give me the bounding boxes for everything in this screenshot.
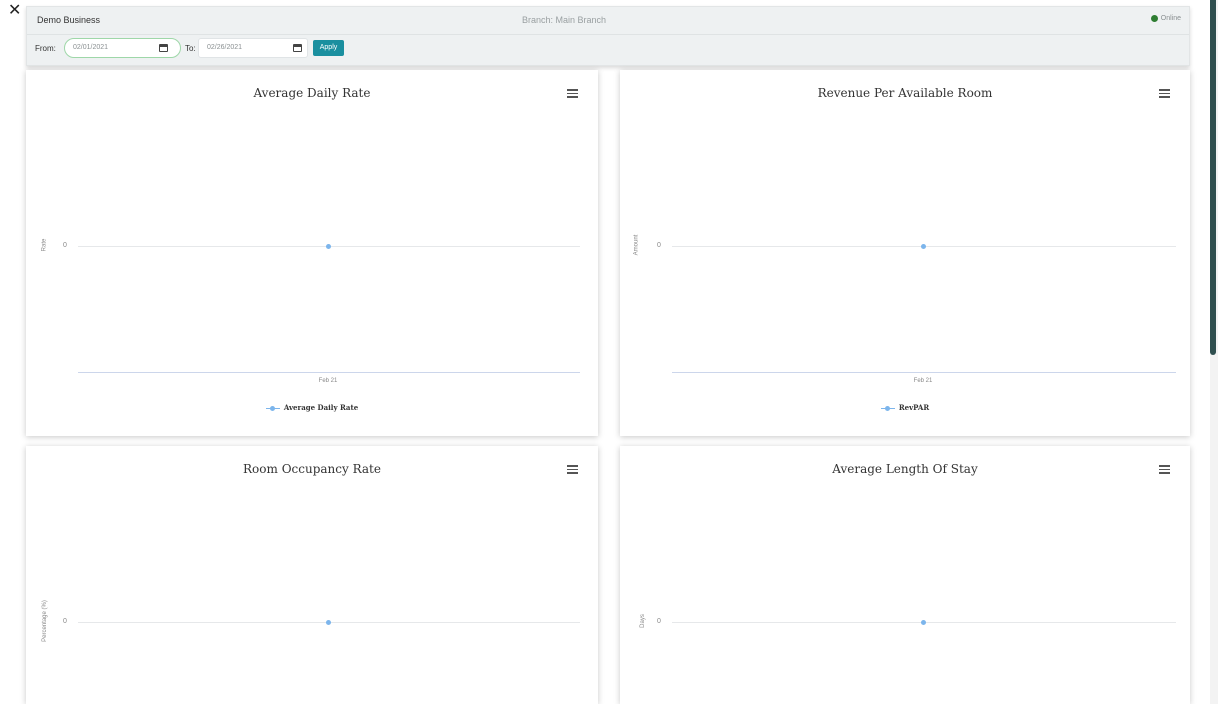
data-point[interactable] bbox=[921, 244, 926, 249]
y-axis-label: Days bbox=[639, 614, 646, 628]
to-calendar-icon[interactable] bbox=[293, 44, 302, 52]
y-tick-label: 0 bbox=[63, 242, 67, 249]
to-date-input[interactable]: 02/26/2021 bbox=[198, 38, 308, 58]
dashboard-window: ✕ Demo Business Branch: Main Branch Onli… bbox=[0, 0, 1218, 704]
chart-legend[interactable]: RevPAR bbox=[620, 403, 1190, 412]
from-label: From: bbox=[35, 44, 56, 53]
online-status: Online bbox=[1150, 15, 1181, 22]
chart-menu-hamburger-icon[interactable] bbox=[567, 465, 578, 474]
header-bar: Demo Business Branch: Main Branch Online… bbox=[26, 6, 1190, 66]
legend-label: Average Daily Rate bbox=[283, 403, 359, 412]
chart-card-average-length-of-stay: Average Length Of Stay Days 0 bbox=[620, 446, 1190, 704]
from-calendar-icon[interactable] bbox=[159, 44, 168, 52]
chart-legend[interactable]: Average Daily Rate bbox=[26, 403, 598, 412]
x-tick-label: Feb 21 bbox=[318, 378, 338, 384]
chart-menu-hamburger-icon[interactable] bbox=[1159, 465, 1170, 474]
chart-title: Revenue Per Available Room bbox=[817, 86, 993, 100]
scrollbar-thumb[interactable] bbox=[1210, 0, 1216, 355]
to-label: To: bbox=[185, 44, 196, 53]
x-axis-line bbox=[78, 372, 580, 373]
close-icon[interactable]: ✕ bbox=[8, 0, 21, 20]
chart-card-revenue-per-available-room: Revenue Per Available Room Amount 0 Feb … bbox=[620, 70, 1190, 436]
chart-title: Average Length Of Stay bbox=[832, 462, 978, 476]
chart-menu-hamburger-icon[interactable] bbox=[567, 89, 578, 98]
chart-menu-hamburger-icon[interactable] bbox=[1159, 89, 1170, 98]
data-point[interactable] bbox=[326, 620, 331, 625]
y-axis-label: Amount bbox=[633, 234, 640, 256]
y-tick-label: 0 bbox=[657, 618, 661, 625]
online-status-text: Online bbox=[1160, 15, 1181, 22]
apply-button[interactable]: Apply bbox=[313, 40, 344, 56]
chart-card-average-daily-rate: Average Daily Rate Rate 0 Feb 21 Average… bbox=[26, 70, 598, 436]
header-info-row: Demo Business Branch: Main Branch Online bbox=[27, 7, 1189, 35]
business-name: Demo Business bbox=[37, 15, 101, 25]
data-point[interactable] bbox=[326, 244, 331, 249]
data-point[interactable] bbox=[921, 620, 926, 625]
y-tick-label: 0 bbox=[657, 242, 661, 249]
y-tick-label: 0 bbox=[63, 618, 67, 625]
chart-card-room-occupancy-rate: Room Occupancy Rate Percentage (%) 0 bbox=[26, 446, 598, 704]
online-status-dot-icon bbox=[1150, 15, 1158, 22]
to-date-value: 02/26/2021 bbox=[207, 44, 243, 51]
from-date-value: 02/01/2021 bbox=[73, 44, 109, 51]
from-date-input[interactable]: 02/01/2021 bbox=[64, 38, 181, 58]
branch-label: Branch: Main Branch bbox=[522, 15, 607, 25]
y-axis-label: Percentage (%) bbox=[41, 600, 48, 642]
legend-marker-icon bbox=[265, 405, 280, 411]
y-axis-label: Rate bbox=[41, 238, 48, 252]
legend-marker-icon bbox=[880, 405, 895, 411]
x-axis-line bbox=[672, 372, 1176, 373]
chart-title: Average Daily Rate bbox=[253, 86, 371, 100]
legend-label: RevPAR bbox=[898, 403, 930, 412]
x-tick-label: Feb 21 bbox=[913, 378, 933, 384]
chart-title: Room Occupancy Rate bbox=[243, 462, 381, 476]
